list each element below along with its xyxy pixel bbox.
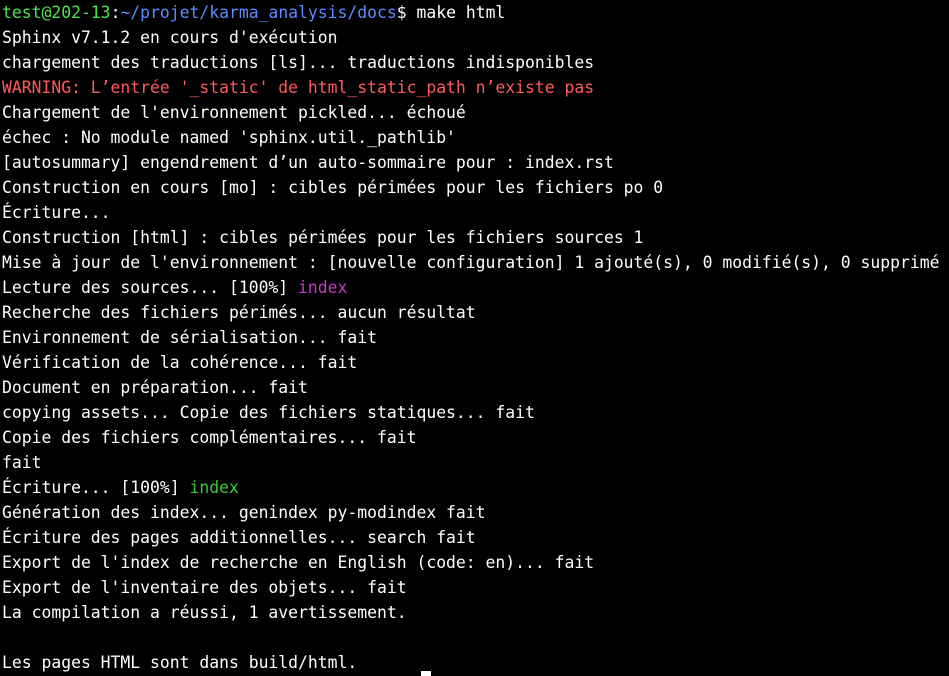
- output-line: Écriture...: [2, 203, 111, 222]
- command-text: make html: [406, 3, 506, 22]
- warning-line: WARNING: L’entrée '_static' de html_stat…: [2, 78, 595, 97]
- output-line: fait: [2, 453, 42, 472]
- output-line: Document en préparation... fait: [2, 378, 308, 397]
- output-prefix: Lecture des sources... [100%]: [2, 278, 299, 297]
- output-prefix: Écriture... [100%]: [2, 478, 190, 497]
- output-line: Sphinx v7.1.2 en cours d'exécution: [2, 28, 338, 47]
- output-line: Mise à jour de l'environnement : [nouvel…: [2, 253, 940, 272]
- output-line: copying assets... Copie des fichiers sta…: [2, 403, 535, 422]
- output-line: Lecture des sources... [100%] index: [0, 275, 949, 300]
- reading-item-index: index: [298, 278, 348, 297]
- output-line: Chargement de l'environnement pickled...…: [2, 103, 466, 122]
- output-line: chargement des traductions [ls]... tradu…: [2, 53, 595, 72]
- output-line: La compilation a réussi, 1 avertissement…: [2, 603, 407, 622]
- output-line: Écriture... [100%] index: [0, 475, 949, 500]
- output-line: Export de l'inventaire des objets... fai…: [2, 578, 407, 597]
- output-line: Génération des index... genindex py-modi…: [2, 503, 486, 522]
- prompt-colon: :: [110, 3, 121, 22]
- output-line: Export de l'index de recherche en Englis…: [2, 553, 595, 572]
- output-line: Recherche des fichiers périmés... aucun …: [2, 303, 476, 322]
- writing-item-index: index: [189, 478, 239, 497]
- output-line: Les pages HTML sont dans build/html.: [2, 653, 358, 672]
- prompt-dollar: $: [396, 3, 407, 22]
- output-line: Construction [html] : cibles périmées po…: [2, 228, 644, 247]
- output-line: échec : No module named 'sphinx.util._pa…: [2, 128, 456, 147]
- command-line: test@202-13:~/projet/karma_analysis/docs…: [0, 0, 949, 25]
- output-line: Construction en cours [mo] : cibles péri…: [2, 178, 664, 197]
- output-line: Environnement de sérialisation... fait: [2, 328, 377, 347]
- output-line: Copie des fichiers complémentaires... fa…: [2, 428, 417, 447]
- output-line: [autosummary] engendrement d’un auto-som…: [2, 153, 614, 172]
- prompt-user-host: test@202-13: [2, 3, 111, 22]
- terminal-window[interactable]: test@202-13:~/projet/karma_analysis/docs…: [0, 0, 949, 676]
- prompt-path: ~/projet/karma_analysis/docs: [120, 3, 397, 22]
- output-line: Vérification de la cohérence... fait: [2, 353, 358, 372]
- text-cursor: [421, 671, 431, 676]
- output-line: Écriture des pages additionnelles... sea…: [2, 528, 476, 547]
